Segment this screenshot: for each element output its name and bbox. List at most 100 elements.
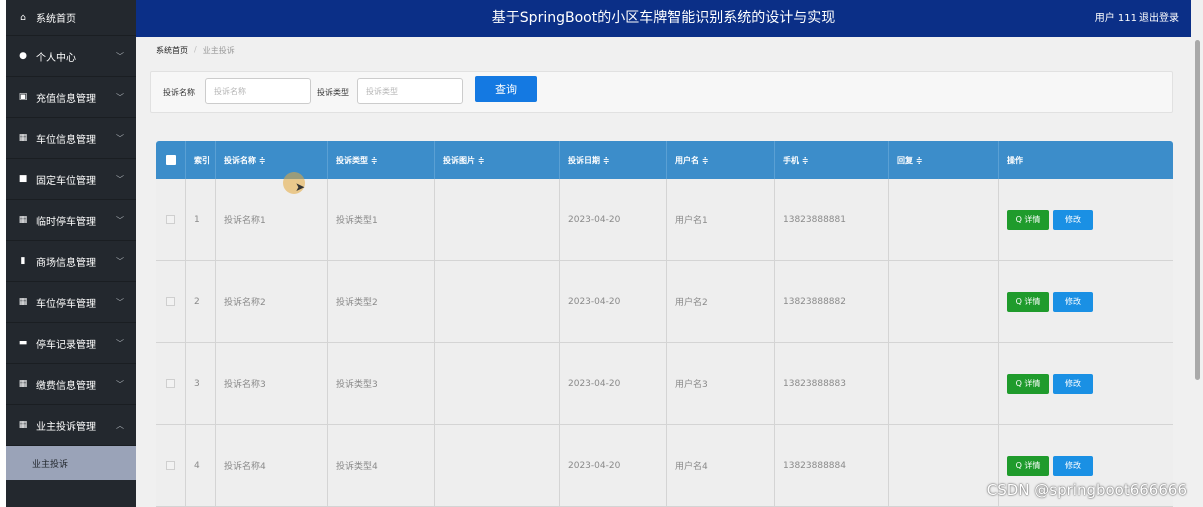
cell-name: 投诉名称4 — [216, 425, 328, 506]
wallet-icon: ▣ — [18, 92, 28, 102]
chevron-down-icon: ﹀ — [116, 174, 124, 184]
sidebar-item-temp-parking[interactable]: ▦ 临时停车管理 ﹀ — [6, 200, 136, 241]
cell-phone: 13823888881 — [775, 179, 889, 260]
page-scrollbar[interactable] — [1191, 0, 1203, 507]
main-content: 系统首页 / 业主投诉 投诉名称 投诉类型 查询 索引 投诉名称 ≑ 投诉类型 … — [136, 37, 1191, 507]
cell-username: 用户名4 — [667, 425, 775, 506]
cell-type: 投诉类型4 — [328, 425, 435, 506]
sidebar-item-label: 固定车位管理 — [36, 175, 96, 187]
cell-image — [435, 261, 560, 342]
cell-username: 用户名1 — [667, 179, 775, 260]
sidebar-item-personal-center[interactable]: ● 个人中心 ﹀ — [6, 36, 136, 77]
complaint-type-input[interactable] — [357, 78, 463, 104]
chevron-down-icon: ﹀ — [116, 51, 124, 61]
row-checkbox[interactable] — [166, 297, 175, 306]
cell-actions: Q 详情 修改 — [999, 261, 1173, 342]
row-checkbox[interactable] — [166, 461, 175, 470]
sidebar-subitem-complaint[interactable]: 业主投诉 — [6, 446, 136, 480]
watermark: CSDN @springboot666666 — [986, 481, 1187, 499]
breadcrumb: 系统首页 / 业主投诉 — [156, 45, 235, 56]
sidebar-item-label: 缴费信息管理 — [36, 380, 96, 392]
sidebar-item-label: 临时停车管理 — [36, 216, 96, 228]
chevron-down-icon: ﹀ — [116, 338, 124, 348]
complaint-table: 索引 投诉名称 ≑ 投诉类型 ≑ 投诉图片 ≑ 投诉日期 ≑ 用户名 ≑ 手机 … — [156, 141, 1173, 507]
sidebar-item-label: 车位信息管理 — [36, 134, 96, 146]
scrollbar-thumb[interactable] — [1195, 40, 1200, 380]
column-header-type[interactable]: 投诉类型 ≑ — [328, 141, 435, 179]
chevron-down-icon: ﹀ — [116, 215, 124, 225]
sidebar-item-payment[interactable]: ▦ 缴费信息管理 ﹀ — [6, 364, 136, 405]
sidebar-item-label: 充值信息管理 — [36, 93, 96, 105]
current-user: 用户 111 — [1094, 13, 1137, 24]
cell-username: 用户名2 — [667, 261, 775, 342]
sidebar-item-parking-space[interactable]: ▦ 车位信息管理 ﹀ — [6, 118, 136, 159]
detail-button[interactable]: Q 详情 — [1007, 209, 1049, 230]
edit-button[interactable]: 修改 — [1053, 455, 1093, 476]
breadcrumb-home[interactable]: 系统首页 — [156, 45, 188, 56]
chevron-up-icon: ︿ — [116, 420, 124, 430]
grid-icon: ▦ — [18, 133, 28, 143]
cell-actions: Q 详情 修改 — [999, 179, 1173, 260]
table-row: 3 投诉名称3 投诉类型3 2023-04-20 用户名3 1382388888… — [156, 343, 1173, 425]
sidebar-item-mall[interactable]: ▮ 商场信息管理 ﹀ — [6, 241, 136, 282]
complaint-name-input[interactable] — [205, 78, 311, 104]
edit-button[interactable]: 修改 — [1053, 209, 1093, 230]
sidebar: ⌂ 系统首页 ● 个人中心 ﹀ ▣ 充值信息管理 ﹀ ▦ 车位信息管理 ﹀ ■ … — [6, 0, 136, 507]
table-row: 2 投诉名称2 投诉类型2 2023-04-20 用户名2 1382388888… — [156, 261, 1173, 343]
sidebar-item-label: 个人中心 — [36, 52, 76, 64]
edit-button[interactable]: 修改 — [1053, 373, 1093, 394]
sidebar-item-parking-record[interactable]: ▬ 停车记录管理 ﹀ — [6, 323, 136, 364]
complaint-type-label: 投诉类型 — [317, 88, 349, 97]
sidebar-item-label: 停车记录管理 — [36, 339, 96, 351]
edit-button[interactable]: 修改 — [1053, 291, 1093, 312]
row-checkbox-cell — [156, 425, 186, 506]
row-checkbox-cell — [156, 261, 186, 342]
column-header-reply[interactable]: 回复 ≑ — [889, 141, 999, 179]
select-all-checkbox-cell — [156, 141, 186, 179]
cell-phone: 13823888883 — [775, 343, 889, 424]
logout-link[interactable]: 退出登录 — [1139, 0, 1179, 37]
search-button[interactable]: 查询 — [475, 76, 537, 102]
sidebar-item-space-parking[interactable]: ▦ 车位停车管理 ﹀ — [6, 282, 136, 323]
cell-name: 投诉名称1 — [216, 179, 328, 260]
column-header-name[interactable]: 投诉名称 ≑ — [216, 141, 328, 179]
column-header-image[interactable]: 投诉图片 ≑ — [435, 141, 560, 179]
cell-index: 3 — [186, 343, 216, 424]
grid-icon: ▦ — [18, 297, 28, 307]
grid-icon: ▦ — [18, 215, 28, 225]
row-checkbox[interactable] — [166, 379, 175, 388]
cell-phone: 13823888884 — [775, 425, 889, 506]
cell-username: 用户名3 — [667, 343, 775, 424]
cell-date: 2023-04-20 — [560, 179, 667, 260]
cell-date: 2023-04-20 — [560, 343, 667, 424]
chevron-down-icon: ﹀ — [116, 297, 124, 307]
sidebar-item-fixed-space[interactable]: ■ 固定车位管理 ﹀ — [6, 159, 136, 200]
table-header: 索引 投诉名称 ≑ 投诉类型 ≑ 投诉图片 ≑ 投诉日期 ≑ 用户名 ≑ 手机 … — [156, 141, 1173, 179]
row-checkbox[interactable] — [166, 215, 175, 224]
card-icon: ▬ — [18, 338, 28, 348]
select-all-checkbox[interactable] — [165, 155, 176, 165]
cell-date: 2023-04-20 — [560, 425, 667, 506]
column-header-index: 索引 — [186, 141, 216, 179]
cell-date: 2023-04-20 — [560, 261, 667, 342]
user-icon: ● — [19, 51, 27, 61]
bookmark-icon: ■ — [18, 174, 28, 184]
cell-type: 投诉类型2 — [328, 261, 435, 342]
column-header-date[interactable]: 投诉日期 ≑ — [560, 141, 667, 179]
bar-chart-icon: ▮ — [20, 256, 26, 266]
cell-name: 投诉名称3 — [216, 343, 328, 424]
sidebar-item-complaint[interactable]: ▦ 业主投诉管理 ︿ — [6, 405, 136, 446]
row-checkbox-cell — [156, 343, 186, 424]
column-header-phone[interactable]: 手机 ≑ — [775, 141, 889, 179]
cell-name: 投诉名称2 — [216, 261, 328, 342]
column-header-actions: 操作 — [1007, 155, 1023, 165]
detail-button[interactable]: Q 详情 — [1007, 373, 1049, 394]
cell-image — [435, 343, 560, 424]
cell-index: 4 — [186, 425, 216, 506]
cell-type: 投诉类型3 — [328, 343, 435, 424]
detail-button[interactable]: Q 详情 — [1007, 455, 1049, 476]
column-header-username[interactable]: 用户名 ≑ — [667, 141, 775, 179]
sidebar-item-recharge[interactable]: ▣ 充值信息管理 ﹀ — [6, 77, 136, 118]
detail-button[interactable]: Q 详情 — [1007, 291, 1049, 312]
sidebar-item-home[interactable]: ⌂ 系统首页 — [6, 0, 136, 36]
